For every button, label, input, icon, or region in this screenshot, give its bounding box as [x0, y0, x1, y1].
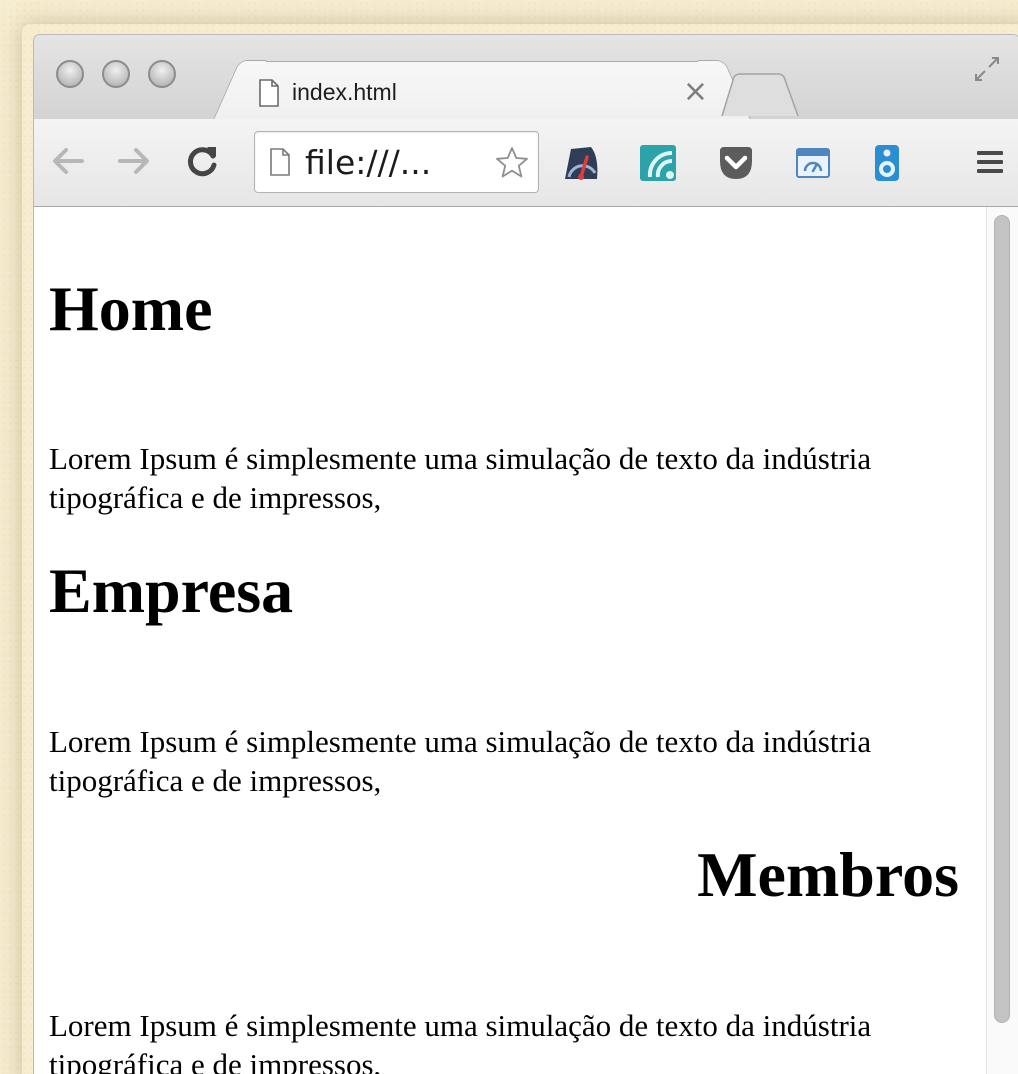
tab-close-icon[interactable]: ×: [683, 74, 708, 109]
file-icon: [259, 79, 279, 107]
wave-extension-icon[interactable]: [638, 143, 678, 183]
paragraph-home: Lorem Ipsum é simplesmente uma simulação…: [49, 441, 872, 515]
tab-index-html[interactable]: index.html ×: [239, 61, 725, 121]
back-arrow-icon[interactable]: [48, 141, 88, 181]
address-input[interactable]: file:///...: [305, 143, 431, 182]
browser-window: index.html × file:///... Home Lorem Ipsu…: [33, 34, 1018, 1074]
scrollbar-thumb[interactable]: [994, 215, 1010, 1023]
tab-strip: index.html ×: [34, 35, 1018, 121]
tab-title: index.html: [292, 79, 397, 105]
forward-arrow-icon[interactable]: [114, 141, 154, 181]
file-icon: [270, 148, 290, 176]
address-bar[interactable]: file:///...: [254, 131, 539, 193]
heading-empresa: Empresa: [49, 555, 294, 626]
speedometer-extension-icon[interactable]: [561, 143, 601, 183]
hamburger-menu-icon[interactable]: [973, 145, 1007, 179]
page-viewport: Home Lorem Ipsum é simplesmente uma simu…: [34, 207, 1018, 1074]
paragraph-membros: Lorem Ipsum é simplesmente uma simulação…: [49, 1008, 872, 1074]
paragraph-empresa: Lorem Ipsum é simplesmente uma simulação…: [49, 724, 872, 798]
zoom-window-button[interactable]: [148, 60, 176, 88]
window-extension-icon[interactable]: [793, 143, 833, 183]
new-tab-icon[interactable]: [720, 73, 800, 117]
pocket-extension-icon[interactable]: [716, 143, 756, 183]
speaker-extension-icon[interactable]: [867, 143, 907, 183]
minimize-window-button[interactable]: [102, 60, 130, 88]
close-window-button[interactable]: [56, 60, 84, 88]
star-icon[interactable]: [494, 145, 530, 181]
fullscreen-icon[interactable]: [973, 55, 1001, 83]
reload-icon[interactable]: [182, 141, 222, 181]
heading-home: Home: [49, 273, 213, 344]
toolbar: file:///...: [34, 119, 1018, 207]
heading-membros: Membros: [697, 839, 959, 910]
vertical-scrollbar[interactable]: [986, 207, 1018, 1074]
